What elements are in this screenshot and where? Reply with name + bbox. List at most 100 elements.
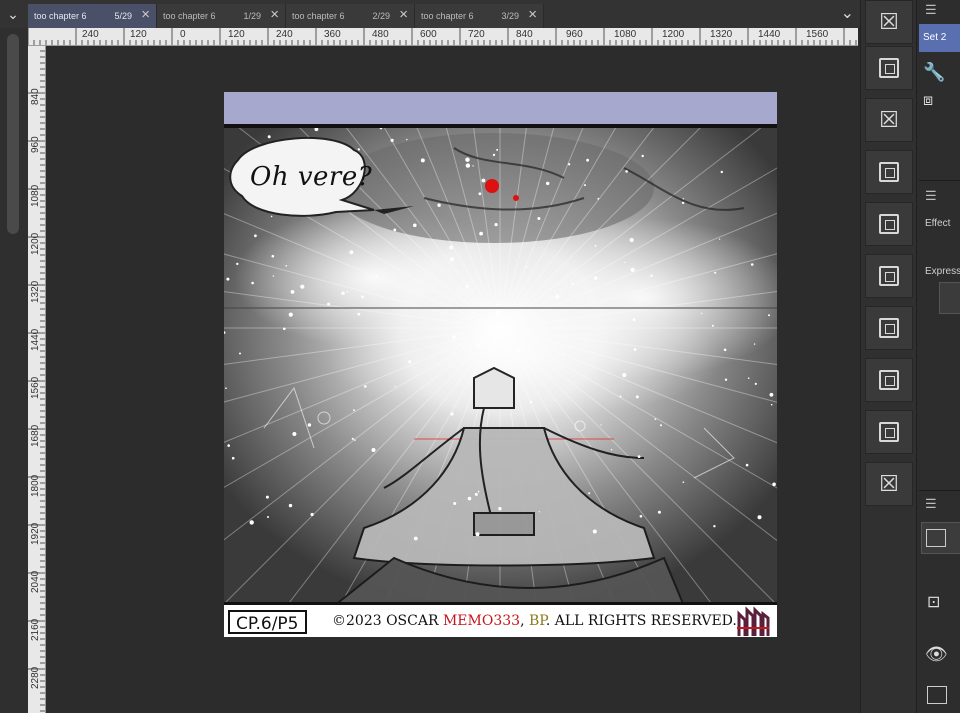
ruler-label: 1080 xyxy=(614,29,637,40)
ruler-label: 360 xyxy=(324,29,341,40)
tab-name: too chapter 6 xyxy=(163,11,216,21)
copyright-notice: ©2023 OSCAR MEMO333, BP. ALL RIGHTS RESE… xyxy=(332,613,737,629)
close-box-icon: ☒ xyxy=(879,107,899,132)
ruler-label: 1560 xyxy=(806,29,829,40)
ruler-label: 1440 xyxy=(758,29,781,40)
ruler-label: 240 xyxy=(82,29,99,40)
ruler-label: 1440 xyxy=(30,328,41,351)
layer-square-icon xyxy=(926,529,946,547)
ruler-label: 1560 xyxy=(30,376,41,399)
tab-name: too chapter 6 xyxy=(292,11,345,21)
right-tool-column: ☒ ☒ ☒ xyxy=(860,0,917,713)
ruler-label: 1920 xyxy=(30,522,41,545)
ruler-label: 2280 xyxy=(30,666,41,689)
comic-page[interactable]: Oh vere? CP.6/P5 ©2023 OSCAR MEMO333, BP… xyxy=(224,92,777,637)
close-panel-button[interactable]: ☒ xyxy=(865,462,913,506)
tab-list-chevron-down-icon[interactable]: ⌄ xyxy=(841,3,854,23)
import-button[interactable] xyxy=(865,410,913,454)
expression-label: Expressi xyxy=(925,266,960,277)
frame-button[interactable] xyxy=(865,202,913,246)
tab-document-2[interactable]: too chapter 6 1/29 × xyxy=(157,4,286,28)
layer-mode-dropdown[interactable] xyxy=(921,522,960,554)
ruler-label: 840 xyxy=(516,29,533,40)
panel-divider xyxy=(919,180,960,181)
sub-tool-set-item[interactable]: Set 2 xyxy=(919,24,960,52)
tab-page-count: 2/29 xyxy=(372,11,390,21)
ruler-label: 1800 xyxy=(30,474,41,497)
comic-panel-artwork[interactable]: Oh vere? xyxy=(224,124,777,602)
tab-document-3[interactable]: too chapter 6 2/29 × xyxy=(286,4,415,28)
transform-tool-icon[interactable]: ⧈ xyxy=(923,92,933,110)
ruler-label: 2040 xyxy=(30,570,41,593)
vertical-scrollbar[interactable] xyxy=(7,34,19,234)
close-icon[interactable]: × xyxy=(399,6,408,23)
ruler-label: 720 xyxy=(468,29,485,40)
wrench-icon[interactable]: 🔧 xyxy=(923,62,945,83)
page-header-band xyxy=(224,92,777,124)
vertical-ruler: 840 960 1080 1200 1320 1440 1560 1680 18… xyxy=(28,45,46,713)
close-box-icon: ☒ xyxy=(879,9,899,34)
copyright-memo333: MEMO333 xyxy=(442,613,521,629)
ruler-label: 840 xyxy=(30,88,41,105)
horizontal-ruler: 240 120 0 120 240 360 480 600 720 840 96… xyxy=(28,28,858,46)
panel-divider xyxy=(919,490,960,491)
panel-menu-icon[interactable]: ☰ xyxy=(925,496,937,512)
ruler-label: 0 xyxy=(180,29,186,40)
speech-bubble-text: Oh vere? xyxy=(250,162,373,192)
panel-menu-icon[interactable]: ☰ xyxy=(925,2,937,18)
ruler-label: 480 xyxy=(372,29,389,40)
ruler-label: 2160 xyxy=(30,618,41,641)
chapter-label: CP.6/P5 xyxy=(228,610,307,634)
ruler-label: 1080 xyxy=(30,184,41,207)
ruler-label: 1200 xyxy=(662,29,685,40)
ruler-label: 600 xyxy=(420,29,437,40)
tab-page-count: 1/29 xyxy=(243,11,261,21)
close-icon[interactable]: × xyxy=(528,6,537,23)
transform-button[interactable] xyxy=(865,254,913,298)
canvas-workspace[interactable]: Oh vere? CP.6/P5 ©2023 OSCAR MEMO333, BP… xyxy=(46,46,858,713)
tone-button[interactable] xyxy=(865,150,913,194)
tone-icon xyxy=(879,162,899,182)
image-icon xyxy=(879,318,899,338)
ruler-ticks xyxy=(28,28,857,45)
right-properties-panel: ☰ Set 2 🔧 ⧈ ☰ Effect Expressi ☰ ⊡ 👁 xyxy=(916,0,960,713)
copyright-separator: , xyxy=(520,613,529,629)
image-button[interactable] xyxy=(865,306,913,350)
tab-menu-chevron-icon[interactable]: ⌄ xyxy=(0,0,26,28)
tab-document-1[interactable]: too chapter 6 5/29 × xyxy=(28,4,157,28)
expression-color-swatch[interactable] xyxy=(939,282,960,314)
close-icon[interactable]: × xyxy=(270,6,279,23)
sketch-illustration xyxy=(224,128,777,602)
transform-icon xyxy=(879,266,899,286)
copyright-suffix: . ALL RIGHTS RESERVED. xyxy=(545,613,737,629)
document-tab-bar: ⌄ too chapter 6 5/29 × too chapter 6 1/2… xyxy=(0,0,860,29)
ruler-label: 1320 xyxy=(30,280,41,303)
frame-icon xyxy=(879,214,899,234)
eye-icon[interactable]: 👁 xyxy=(925,644,948,665)
ruler-label: 1680 xyxy=(30,424,41,447)
download-icon xyxy=(879,422,899,442)
tab-page-count: 3/29 xyxy=(501,11,519,21)
layer-icon xyxy=(879,58,899,78)
checkbox-icon[interactable] xyxy=(927,686,947,704)
left-scroll-area xyxy=(0,28,28,713)
close-icon[interactable]: × xyxy=(141,6,150,23)
effect-label: Effect xyxy=(925,218,951,229)
ruler-label: 240 xyxy=(276,29,293,40)
tab-name: too chapter 6 xyxy=(421,11,474,21)
ruler-label: 120 xyxy=(130,29,147,40)
tab-page-count: 5/29 xyxy=(114,11,132,21)
edit-icon xyxy=(879,370,899,390)
panel-menu-icon[interactable]: ☰ xyxy=(925,188,937,204)
clear-button[interactable]: ☒ xyxy=(865,98,913,142)
ruler-label: 960 xyxy=(30,136,41,153)
tab-document-4[interactable]: too chapter 6 3/29 × xyxy=(415,4,544,28)
page-footer: CP.6/P5 ©2023 OSCAR MEMO333, BP. ALL RIG… xyxy=(224,602,777,637)
copyright-prefix: ©2023 OSCAR xyxy=(332,613,443,629)
delete-layer-button[interactable]: ☒ xyxy=(865,0,913,44)
copyright-bp: BP xyxy=(528,613,546,629)
ruler-label: 960 xyxy=(566,29,583,40)
new-layer-icon[interactable]: ⊡ xyxy=(927,592,940,612)
edit-button[interactable] xyxy=(865,358,913,402)
layer-property-button[interactable] xyxy=(865,46,913,90)
